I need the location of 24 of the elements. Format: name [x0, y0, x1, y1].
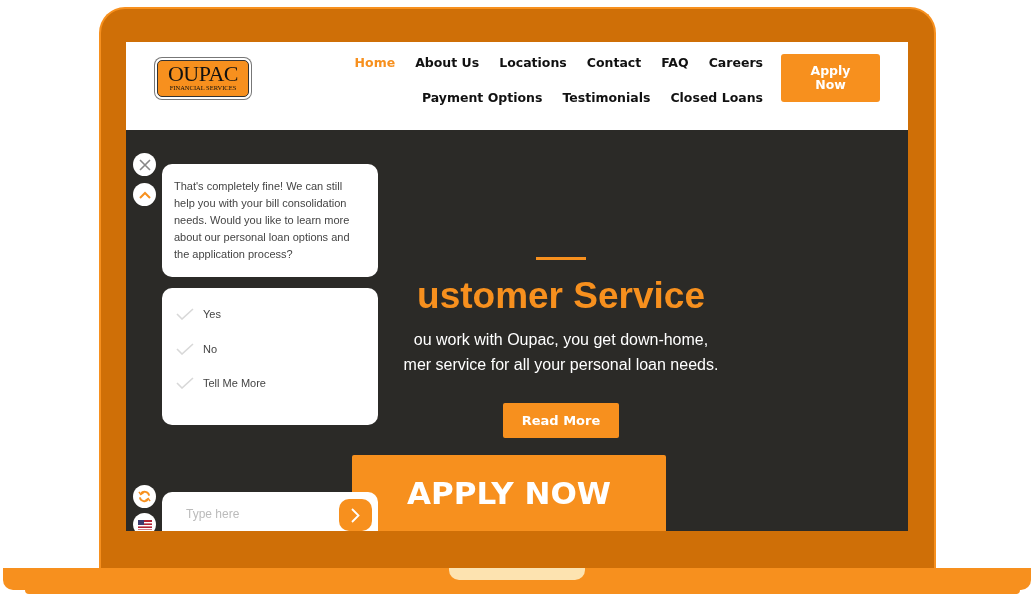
heading-accent-line — [536, 257, 586, 260]
nav-link[interactable]: Payment Options — [421, 88, 543, 108]
chat-message: That's completely fine! We can still help you with your bill consolidation needs. Would you like to learn more about our personal loan options and the application process? — [162, 164, 378, 277]
chat-option[interactable]: No — [176, 340, 364, 357]
nav-link[interactable]: Careers — [708, 54, 763, 73]
hero-text-line: ou work with Oupac, you get down-home, — [412, 329, 710, 350]
nav-link[interactable]: Testimonials — [562, 88, 651, 108]
hero-heading: ustomer Service — [417, 276, 705, 317]
nav-link[interactable]: Closed Loans — [670, 88, 763, 108]
flag-icon[interactable] — [133, 513, 156, 531]
nav-link[interactable]: FAQ — [661, 54, 689, 73]
nav-link[interactable]: Contact — [586, 54, 642, 73]
chat-input-field[interactable]: Type here — [162, 492, 378, 531]
chat-option[interactable]: Tell Me More — [176, 375, 364, 392]
refresh-icon[interactable] — [133, 485, 156, 508]
chat-option[interactable]: Yes — [176, 306, 364, 323]
hero-text-line: mer service for all your personal loan needs. — [403, 354, 719, 375]
chevron-up-icon[interactable] — [133, 183, 156, 206]
check-icon — [176, 342, 194, 355]
close-icon[interactable] — [133, 153, 156, 176]
check-icon — [176, 308, 194, 321]
nav-link[interactable]: About Us — [415, 54, 480, 73]
nav-link[interactable]: Locations — [499, 54, 567, 73]
check-icon — [176, 377, 194, 390]
